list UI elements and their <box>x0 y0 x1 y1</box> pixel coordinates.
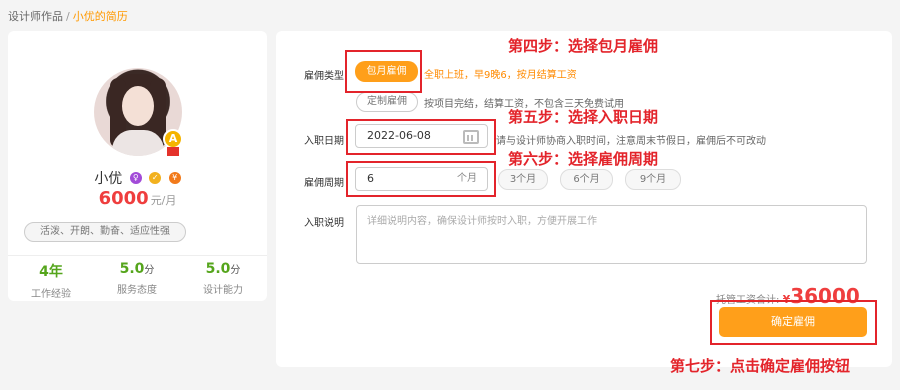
breadcrumb-current: 小优的简历 <box>72 10 128 23</box>
period-label: 雇佣周期 <box>304 178 344 189</box>
designer-name-row: 小优 ♀ ✓ ¥ <box>8 168 267 188</box>
breadcrumb-separator: / <box>66 10 70 23</box>
breadcrumb: 设计师作品 / 小优的简历 <box>8 8 128 24</box>
monthly-price: 6000 <box>98 188 149 209</box>
step4-annotation: 第四步：选择包月雇佣 <box>508 37 659 55</box>
start-date-note: 请与设计师协商入职时间，注意周末节假日，雇佣后不可改动 <box>496 136 766 147</box>
personality-tag: 活泼、开朗、勤奋、适应性强 <box>24 222 186 242</box>
profile-card: A 小优 ♀ ✓ ¥ 6000 元/月 活泼、开朗、勤奋、适应性强 4年 工作经验… <box>8 31 267 301</box>
female-icon: ♀ <box>129 172 142 184</box>
rank-badge-icon: A <box>163 129 183 149</box>
start-date-label: 入职日期 <box>304 136 344 147</box>
period-option-9[interactable]: 9个月 <box>625 169 681 190</box>
monthly-hire-note: 全职上班，早9晚6，按月结算工资 <box>424 70 577 81</box>
custom-hire-button[interactable]: 定制雇佣 <box>356 92 418 112</box>
step7-highlight-box <box>710 300 877 345</box>
stat-value: 5.0 <box>205 261 231 277</box>
stat-unit: 分 <box>230 265 241 276</box>
stat-service: 5.0分 服务态度 <box>94 261 180 296</box>
stat-value: 4年 <box>39 264 63 280</box>
stat-unit: 分 <box>144 265 155 276</box>
stat-design: 5.0分 设计能力 <box>180 261 266 296</box>
stat-label: 服务态度 <box>117 285 157 296</box>
description-label: 入职说明 <box>304 218 344 229</box>
designer-name: 小优 <box>94 171 123 187</box>
description-textarea[interactable]: 详细说明内容，确保设计师按时入职，方便开展工作 <box>356 205 867 264</box>
price-unit: 元/月 <box>150 194 177 207</box>
step7-annotation: 第七步：点击确定雇佣按钮 <box>670 357 851 375</box>
employ-type-label: 雇佣类型 <box>304 71 344 82</box>
ribbon-icon <box>167 147 179 156</box>
price-row: 6000 元/月 <box>8 188 267 209</box>
stat-label: 设计能力 <box>203 285 243 296</box>
period-option-6[interactable]: 6个月 <box>560 169 613 190</box>
stat-value: 5.0 <box>119 261 145 277</box>
breadcrumb-parent-link[interactable]: 设计师作品 <box>8 10 63 23</box>
step5-highlight-box <box>346 119 496 155</box>
yen-guarantee-icon: ¥ <box>168 172 181 184</box>
step5-annotation: 第五步：选择入职日期 <box>508 108 659 126</box>
step6-annotation: 第六步：选择雇佣周期 <box>508 150 659 168</box>
step6-highlight-box <box>346 161 496 197</box>
verified-shield-icon: ✓ <box>149 172 162 184</box>
stat-label: 工作经验 <box>31 289 71 300</box>
divider <box>8 255 267 256</box>
step4-highlight-box <box>345 50 422 93</box>
period-option-3[interactable]: 3个月 <box>498 169 548 190</box>
stat-experience: 4年 工作经验 <box>8 261 94 300</box>
